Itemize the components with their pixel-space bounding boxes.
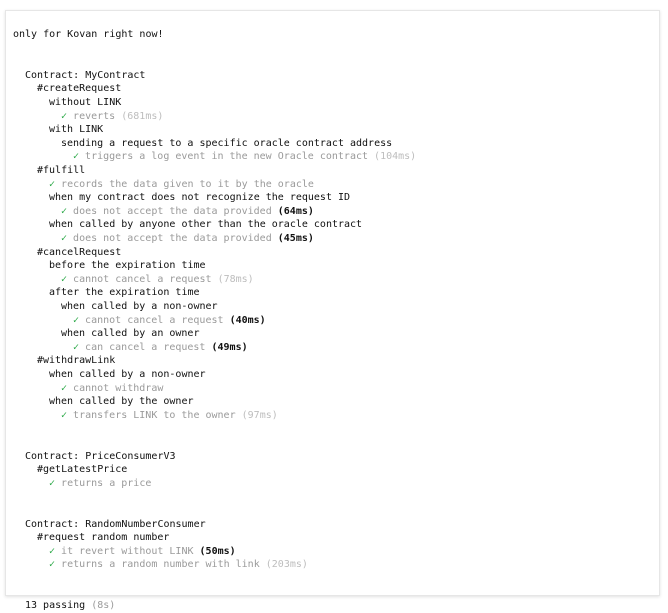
suite-title: after the expiration time xyxy=(49,287,200,299)
suite-title: when my contract does not recognize the … xyxy=(49,192,351,204)
test-duration: (104ms) xyxy=(374,151,417,163)
suite-line: #fulfill xyxy=(37,164,85,178)
suite-title: Contract: MyContract xyxy=(25,69,146,81)
suite-line: #createRequest xyxy=(37,82,121,96)
suite-line: when called by a non-owner xyxy=(49,368,206,382)
check-icon: ✓ xyxy=(49,545,62,557)
test-title: cannot withdraw xyxy=(73,382,164,394)
suite-line: when called by an owner xyxy=(61,327,199,341)
check-icon: ✓ xyxy=(61,409,74,421)
suite-line: when called by anyone other than the ora… xyxy=(49,218,362,232)
test-line: ✓ reverts (681ms) xyxy=(61,110,163,124)
suite-line: when my contract does not recognize the … xyxy=(49,191,350,205)
check-icon: ✓ xyxy=(61,273,74,285)
test-duration: (681ms) xyxy=(121,110,164,122)
passing-duration: (8s) xyxy=(91,600,116,612)
suite-title: when called by anyone other than the ora… xyxy=(49,219,363,231)
check-icon: ✓ xyxy=(73,151,86,163)
suite-title: when called by an owner xyxy=(61,328,200,340)
test-duration: (78ms) xyxy=(217,273,254,285)
test-line: ✓ it revert without LINK (50ms) xyxy=(49,545,236,559)
test-line: ✓ does not accept the data provided (45m… xyxy=(61,232,314,246)
test-line: ✓ returns a random number with link (203… xyxy=(49,558,308,572)
suite-line: sending a request to a specific oracle c… xyxy=(61,137,392,151)
test-title: returns a random number with link xyxy=(61,559,260,571)
test-duration: (203ms) xyxy=(265,559,308,571)
test-title: reverts xyxy=(73,110,116,122)
test-duration: (64ms) xyxy=(277,205,314,217)
suite-line: without LINK xyxy=(49,96,121,110)
passing-count: 13 passing xyxy=(25,600,92,612)
test-title: records the data given to it by the orac… xyxy=(61,178,314,190)
summary-line: 13 passing (8s) xyxy=(25,599,115,613)
suite-line: when called by a non-owner xyxy=(61,300,218,314)
test-title: it revert without LINK xyxy=(61,545,194,557)
test-title: can cancel a request xyxy=(85,341,206,353)
suite-line: Contract: RandomNumberConsumer xyxy=(25,518,206,532)
suite-line: after the expiration time xyxy=(49,286,200,300)
test-title: cannot cancel a request xyxy=(73,273,212,285)
test-line: ✓ cannot cancel a request (40ms) xyxy=(73,314,266,328)
suite-line: #getLatestPrice xyxy=(37,463,127,477)
check-icon: ✓ xyxy=(61,110,74,122)
test-line: ✓ transfers LINK to the owner (97ms) xyxy=(61,409,278,423)
test-title: transfers LINK to the owner xyxy=(73,409,236,421)
test-duration: (40ms) xyxy=(229,314,266,326)
test-output: only for Kovan right now! Contract: MyCon… xyxy=(6,11,659,611)
test-line: ✓ cannot cancel a request (78ms) xyxy=(61,273,254,287)
check-icon: ✓ xyxy=(49,477,62,489)
suite-title: #withdrawLink xyxy=(37,355,116,367)
suite-title: with LINK xyxy=(49,124,104,136)
test-line: ✓ returns a price xyxy=(49,477,151,491)
suite-title: Contract: PriceConsumerV3 xyxy=(25,450,176,462)
test-duration: (97ms) xyxy=(241,409,278,421)
suite-title: #request random number xyxy=(37,532,170,544)
suite-title: #createRequest xyxy=(37,83,122,95)
suite-title: #cancelRequest xyxy=(37,246,122,258)
check-icon: ✓ xyxy=(73,314,86,326)
suite-line: Contract: MyContract xyxy=(25,69,145,83)
check-icon: ✓ xyxy=(61,233,74,244)
check-icon: ✓ xyxy=(61,382,74,394)
suite-line: before the expiration time xyxy=(49,259,206,273)
test-duration: (49ms) xyxy=(211,341,248,353)
suite-line: with LINK xyxy=(49,123,103,137)
terminal-window: only for Kovan right now! Contract: MyCon… xyxy=(5,10,660,611)
test-line: ✓ records the data given to it by the or… xyxy=(49,178,314,192)
suite-title: before the expiration time xyxy=(49,260,206,272)
test-title: triggers a log event in the new Oracle c… xyxy=(85,151,369,163)
test-title: does not accept the data provided xyxy=(73,205,272,217)
check-icon: ✓ xyxy=(49,178,62,190)
check-icon: ✓ xyxy=(73,341,86,353)
test-line: ✓ does not accept the data provided (64m… xyxy=(61,205,314,219)
suite-title: sending a request to a specific oracle c… xyxy=(61,137,393,149)
suite-title: when called by a non-owner xyxy=(49,369,206,380)
test-title: cannot cancel a request xyxy=(85,314,224,326)
test-duration: (50ms) xyxy=(199,545,236,557)
test-line: ✓ triggers a log event in the new Oracle… xyxy=(73,150,416,164)
suite-line: #request random number xyxy=(37,531,169,545)
note-text: only for Kovan right now! xyxy=(13,29,164,40)
test-line: ✓ can cancel a request (49ms) xyxy=(73,341,248,355)
suite-title: when called by the owner xyxy=(49,396,194,408)
test-duration: (45ms) xyxy=(277,233,314,244)
suite-title: when called by a non-owner xyxy=(61,301,218,312)
check-icon: ✓ xyxy=(49,559,62,571)
test-line: ✓ cannot withdraw xyxy=(61,382,163,396)
suite-title: without LINK xyxy=(49,97,122,108)
suite-title: #fulfill xyxy=(37,165,86,176)
suite-line: #withdrawLink xyxy=(37,354,115,368)
check-icon: ✓ xyxy=(61,205,74,217)
test-title: does not accept the data provided xyxy=(73,233,272,244)
suite-title: Contract: RandomNumberConsumer xyxy=(25,518,206,530)
suite-line: when called by the owner xyxy=(49,395,194,409)
test-title: returns a price xyxy=(61,477,152,489)
suite-line: Contract: PriceConsumerV3 xyxy=(25,450,176,464)
note-line: only for Kovan right now! xyxy=(13,28,164,42)
suite-line: #cancelRequest xyxy=(37,246,121,260)
suite-title: #getLatestPrice xyxy=(37,464,128,476)
